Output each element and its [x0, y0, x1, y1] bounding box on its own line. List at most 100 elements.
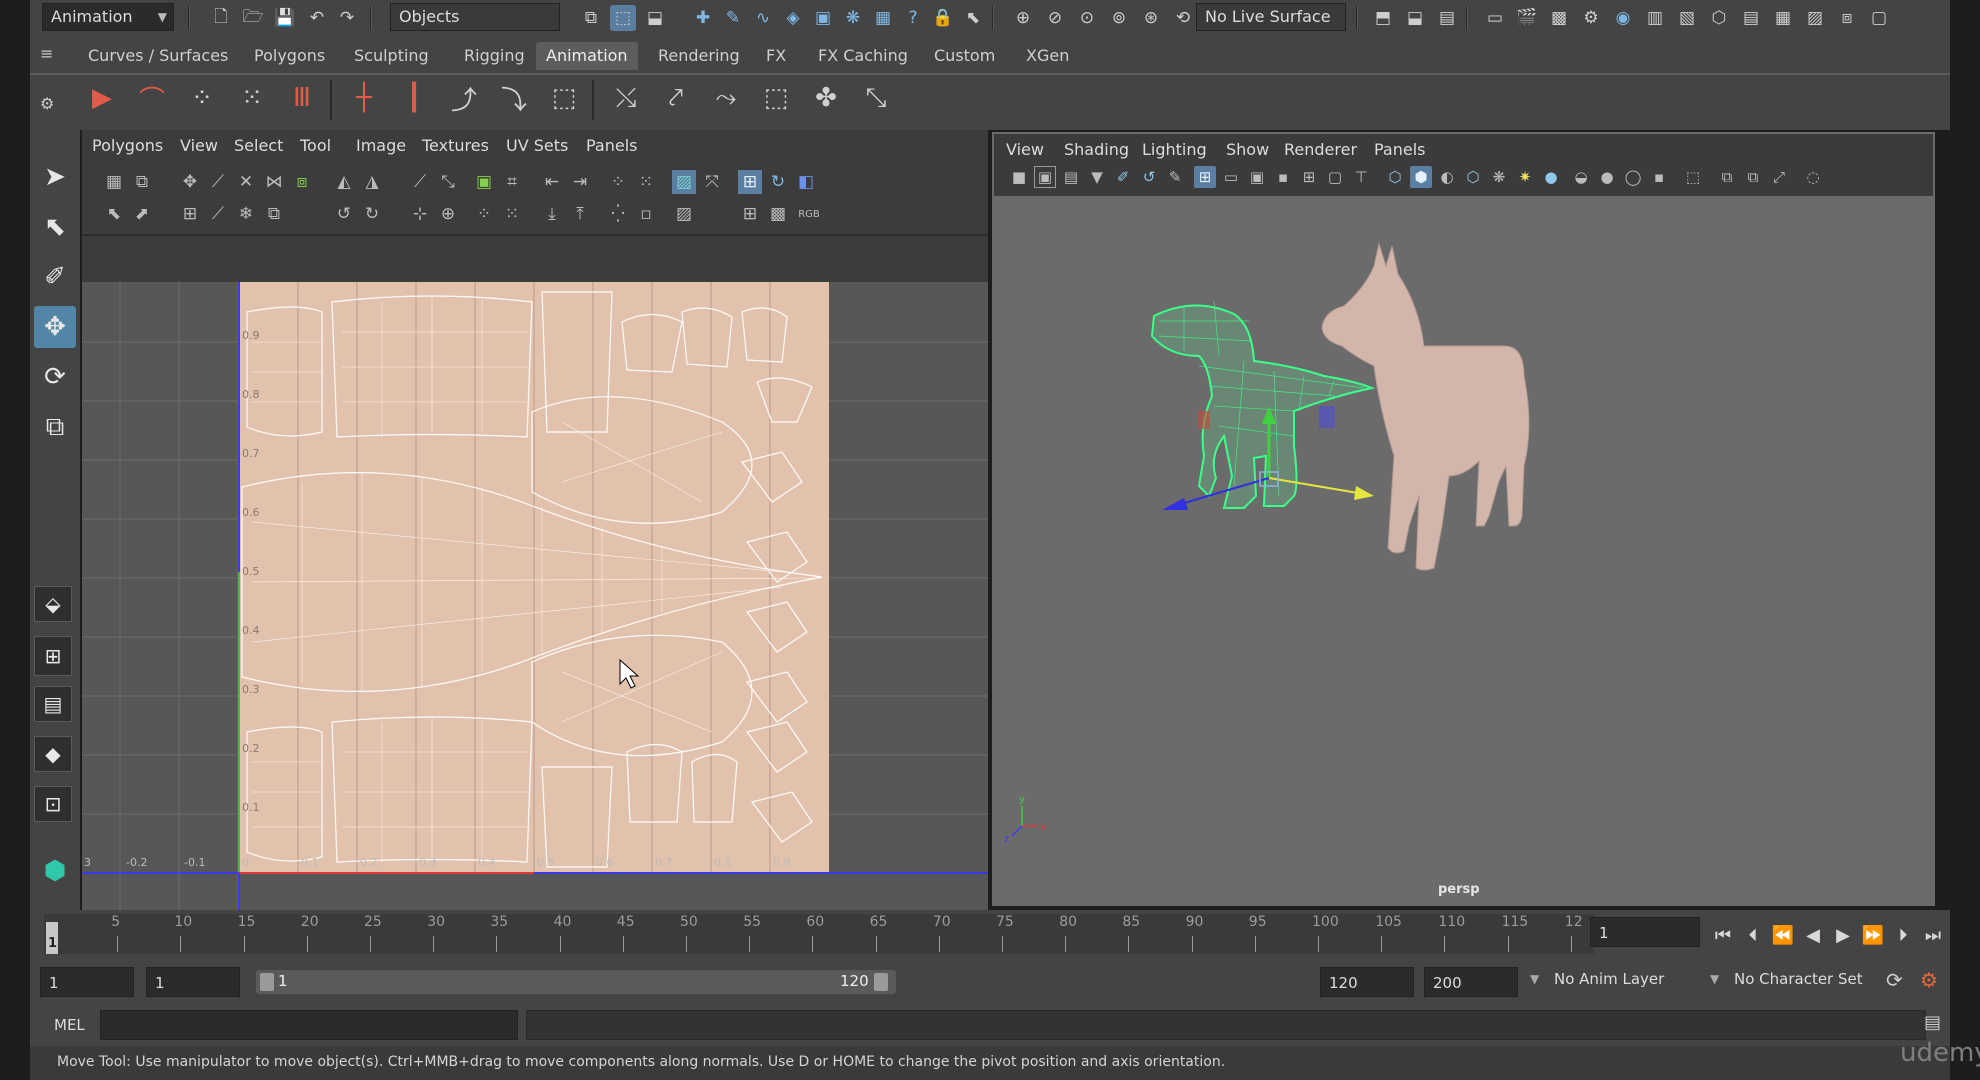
grid-toggle-icon[interactable]: ✎ — [1164, 166, 1186, 188]
rotate-handle[interactable] — [1198, 411, 1210, 429]
uv-rotate-ccw-icon[interactable]: ↺ — [332, 202, 356, 226]
auto-key-icon[interactable]: ⟳ — [1886, 968, 1903, 992]
grease-pencil-icon[interactable]: ↺ — [1138, 166, 1160, 188]
play-backwards-icon[interactable]: ◀ — [1800, 924, 1826, 946]
uv-checkerboard-icon[interactable]: ▩ — [766, 202, 790, 226]
channel-box-icon[interactable]: ▤ — [1738, 5, 1764, 31]
two-d-pan-icon[interactable]: ✐ — [1112, 166, 1134, 188]
ghost-selected-icon[interactable]: ⁘ — [180, 76, 224, 120]
outliner-icon[interactable]: ▨ — [1802, 5, 1828, 31]
save-scene-icon[interactable]: 💾 — [272, 5, 298, 31]
uv-lattice-icon[interactable]: ▦ — [102, 170, 126, 194]
uv-scatter-icon[interactable]: ⁙ — [500, 202, 524, 226]
select-component-icon[interactable]: ⬓ — [642, 5, 668, 31]
workspace-icon[interactable]: ▢ — [1866, 5, 1892, 31]
current-time-field[interactable]: 1 — [1590, 917, 1700, 947]
uv-canvas[interactable]: 3 -0.2 -0.1 0 0.1 0.2 0.3 0.4 0.5 0.6 0.… — [82, 270, 988, 910]
camera-select-icon[interactable]: ■ — [1008, 166, 1030, 188]
go-to-start-icon[interactable]: ⏮ — [1710, 924, 1736, 946]
redo-icon[interactable]: ↷ — [334, 5, 360, 31]
vp-menu-panels[interactable]: Panels — [1374, 140, 1426, 159]
step-forward-key-icon[interactable]: ⏩ — [1860, 924, 1886, 946]
uv-menu-polygons[interactable]: Polygons — [92, 136, 163, 155]
arnold-render-icon[interactable]: ▥ — [1642, 5, 1668, 31]
anti-aliasing-icon[interactable]: ● — [1596, 166, 1618, 188]
uv-dim-image-icon[interactable]: ▨ — [672, 202, 696, 226]
playback-start-field[interactable]: 1 — [146, 967, 240, 997]
snap-to-point-icon[interactable]: ⊙ — [1074, 5, 1100, 31]
exposure-icon[interactable]: ⤢ — [1768, 166, 1790, 188]
isolate-select-icon[interactable]: ▪ — [1648, 166, 1670, 188]
uv-menu-uv-sets[interactable]: UV Sets — [506, 136, 568, 155]
select-by-render-icon[interactable]: ▦ — [870, 5, 896, 31]
undo-icon[interactable]: ↶ — [304, 5, 330, 31]
vp-menu-renderer[interactable]: Renderer — [1284, 140, 1357, 159]
animation-end-field[interactable]: 200 — [1424, 967, 1518, 997]
uv-stack-icon[interactable]: ⊹ — [408, 202, 432, 226]
render-settings-icon[interactable]: ⚙ — [1578, 5, 1604, 31]
horse-model[interactable] — [1321, 242, 1530, 571]
vp-menu-shading[interactable]: Shading — [1064, 140, 1129, 159]
shelf-tab-custom[interactable]: Custom — [924, 42, 1005, 70]
resolution-gate-icon[interactable]: ▣ — [1246, 166, 1268, 188]
uv-pin-icon[interactable]: ⟋ — [408, 170, 432, 194]
uv-select-shell-icon[interactable]: ⬈ — [130, 202, 154, 226]
snap-to-projected-center-icon[interactable]: ⊚ — [1106, 5, 1132, 31]
time-track[interactable]: 1 5 10 15 20 25 30 35 40 45 50 55 60 65 70 75 80 85 90 95 1… — [44, 914, 1594, 954]
four-view-layout-icon[interactable]: ⊞ — [34, 636, 72, 676]
render-view-icon[interactable]: ▭ — [1482, 5, 1508, 31]
uv-display-grid-icon[interactable]: ⊞ — [738, 202, 762, 226]
uv-image-display-icon[interactable]: ▨ — [672, 170, 696, 194]
field-chart-icon[interactable]: ⊞ — [1298, 166, 1320, 188]
uv-rotate-cw-icon[interactable]: ↻ — [360, 202, 384, 226]
uv-unfold-icon[interactable]: ⤡ — [436, 170, 460, 194]
go-to-end-icon[interactable]: ⏭ — [1920, 924, 1946, 946]
uv-texture-space[interactable]: 3 -0.2 -0.1 0 0.1 0.2 0.3 0.4 0.5 0.6 0.… — [82, 270, 988, 910]
character-controls-icon[interactable]: ⧈ — [1834, 5, 1860, 31]
uv-rotate-icon[interactable]: ↻ — [766, 170, 790, 194]
snap-to-view-plane-icon[interactable]: ⊛ — [1138, 5, 1164, 31]
uv-align-right-icon[interactable]: ⇥ — [568, 170, 592, 194]
anim-layer-label[interactable]: No Anim Layer — [1554, 970, 1664, 988]
character-set-label[interactable]: No Character Set — [1734, 970, 1863, 988]
shelf-tab-curves-surfaces[interactable]: Curves / Surfaces — [78, 42, 238, 70]
shelf-tab-animation[interactable]: Animation — [536, 42, 638, 70]
use-all-lights-icon[interactable]: ❋ — [1488, 166, 1510, 188]
chevron-down-icon[interactable]: ▼ — [1710, 972, 1719, 986]
uv-shaded-icon[interactable]: ◧ — [794, 170, 818, 194]
animation-start-field[interactable]: 1 — [40, 967, 134, 997]
menu-set-dropdown[interactable]: Animation ▼ — [42, 3, 174, 31]
detach-skin-icon[interactable]: ⬚ — [754, 76, 798, 120]
shadows-icon[interactable]: ✷ — [1514, 166, 1536, 188]
attribute-editor-icon[interactable]: ▧ — [1674, 5, 1700, 31]
ambient-occlusion-icon[interactable]: ● — [1540, 166, 1562, 188]
uv-menu-tool[interactable]: Tool — [300, 136, 331, 155]
persp-graph-layout-icon[interactable]: ◆ — [34, 736, 72, 772]
select-by-surface-icon[interactable]: ◈ — [780, 5, 806, 31]
shelf-tab-polygons[interactable]: Polygons — [244, 42, 335, 70]
uv-normalize-icon[interactable]: ⊞ — [178, 202, 202, 226]
viewport-scene[interactable]: y x z — [994, 196, 1933, 904]
unghost-icon[interactable]: ⁙ — [230, 76, 274, 120]
plane-handle[interactable] — [1319, 406, 1335, 428]
uv-align-bottom-icon[interactable]: ⤓ — [540, 202, 564, 226]
uv-flip-u-icon[interactable]: ◭ — [332, 170, 356, 194]
rotate-tool-icon[interactable]: ⟳ — [34, 356, 76, 398]
vp-menu-show[interactable]: Show — [1226, 140, 1269, 159]
bookmarks-icon[interactable]: ▤ — [1060, 166, 1082, 188]
create-joints-icon[interactable]: ┼ — [342, 76, 386, 120]
playblast-icon[interactable]: ▶ — [80, 76, 124, 120]
animation-preferences-icon[interactable]: ⚙ — [1920, 968, 1938, 992]
uv-menu-select[interactable]: Select — [234, 136, 283, 155]
insert-joint-icon[interactable]: ┃ — [392, 76, 436, 120]
show-grid-icon[interactable]: ⊞ — [1194, 166, 1216, 188]
persp-outliner-layout-icon[interactable]: ▤ — [34, 686, 72, 722]
uv-straighten-icon[interactable]: ⟋ — [206, 202, 230, 226]
shelf-tab-rendering[interactable]: Rendering — [648, 42, 750, 70]
snap-to-grid-icon[interactable]: ⊕ — [1010, 5, 1036, 31]
uv-layout-icon[interactable]: ⧉ — [262, 202, 286, 226]
tool-settings-icon[interactable]: ▦ — [1770, 5, 1796, 31]
smooth-shade-icon[interactable]: ⬢ — [1410, 166, 1432, 188]
xray-active-icon[interactable]: ⧉ — [1742, 166, 1764, 188]
uv-smudge-icon[interactable]: ⧉ — [130, 170, 154, 194]
